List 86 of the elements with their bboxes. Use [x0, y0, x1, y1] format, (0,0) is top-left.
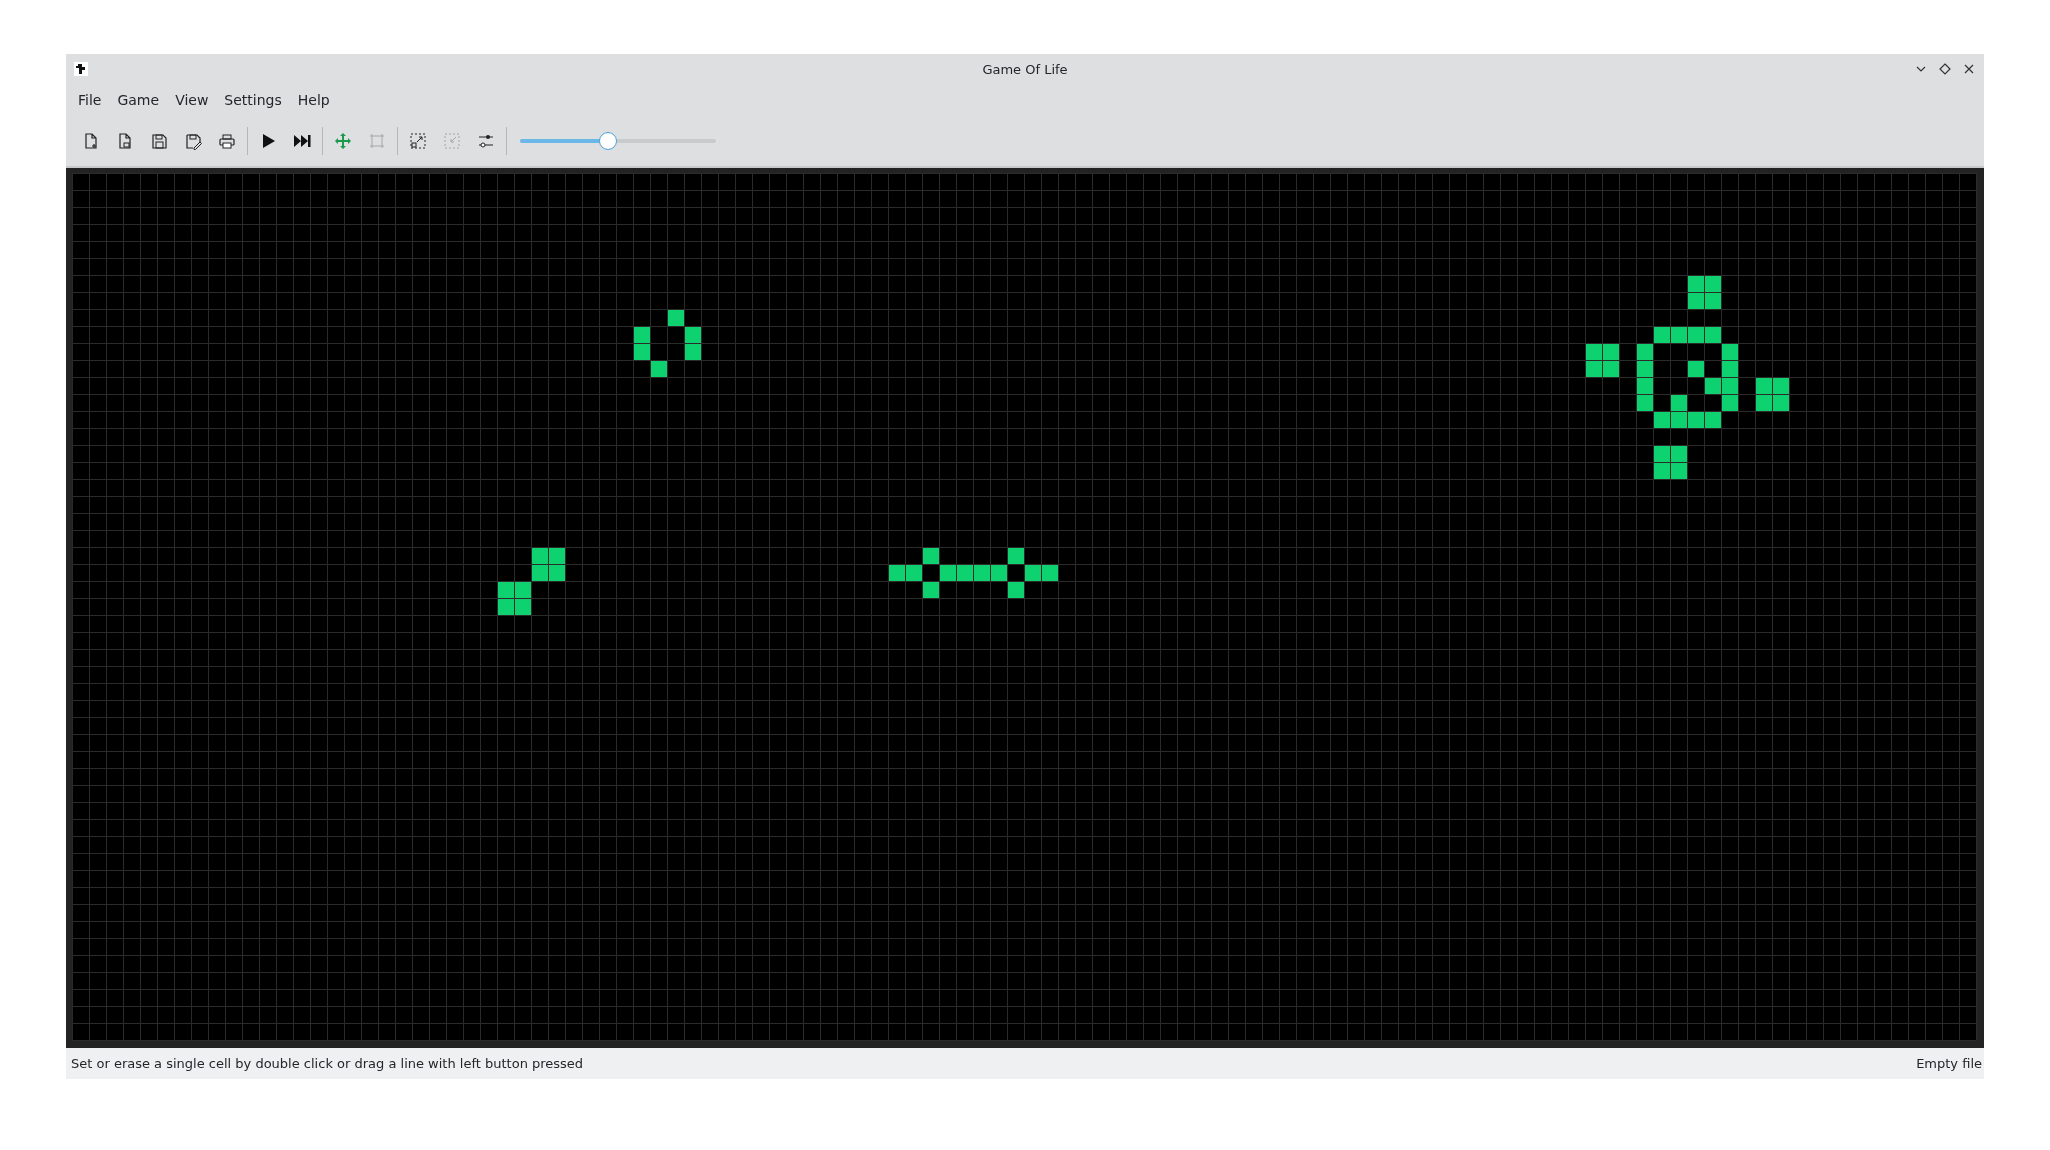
live-cell[interactable] [549, 565, 565, 581]
live-cell[interactable] [532, 548, 548, 564]
live-cell[interactable] [634, 327, 650, 343]
live-cell[interactable] [1722, 378, 1738, 394]
live-cell[interactable] [1671, 446, 1687, 462]
game-board[interactable] [66, 168, 1984, 1048]
live-cell[interactable] [1025, 565, 1041, 581]
live-cell[interactable] [1688, 293, 1704, 309]
adjust-sliders-icon [477, 132, 495, 150]
live-cell[interactable] [1756, 378, 1772, 394]
status-message: Set or erase a single cell by double click or drag a line with left button pressed [71, 1056, 584, 1071]
menu-item[interactable]: Help [289, 88, 338, 112]
live-cell[interactable] [1603, 344, 1619, 360]
live-cell[interactable] [1705, 378, 1721, 394]
live-cell[interactable] [498, 582, 514, 598]
live-cell[interactable] [1722, 344, 1738, 360]
zoom-region-icon [409, 132, 427, 150]
speed-slider[interactable] [520, 131, 716, 151]
live-cell[interactable] [974, 565, 990, 581]
live-cell[interactable] [1688, 412, 1704, 428]
live-cell[interactable] [498, 599, 514, 615]
live-cell[interactable] [1654, 327, 1670, 343]
live-cell[interactable] [906, 565, 922, 581]
slider-thumb[interactable] [599, 132, 618, 150]
skip-forward-icon [293, 132, 311, 150]
live-cell[interactable] [889, 565, 905, 581]
live-cell[interactable] [532, 565, 548, 581]
live-cell[interactable] [923, 548, 939, 564]
live-cell[interactable] [1671, 412, 1687, 428]
live-cell[interactable] [1586, 344, 1602, 360]
live-cell[interactable] [1637, 344, 1653, 360]
move-arrows-icon [334, 132, 352, 150]
frame-icon [368, 132, 386, 150]
maximize-icon[interactable] [1938, 62, 1952, 76]
live-cell[interactable] [1586, 361, 1602, 377]
menu-item[interactable]: Settings [216, 88, 290, 112]
live-cell[interactable] [549, 548, 565, 564]
live-cell[interactable] [1637, 378, 1653, 394]
live-cell[interactable] [1603, 361, 1619, 377]
live-cell[interactable] [1756, 395, 1772, 411]
live-cell[interactable] [1688, 327, 1704, 343]
live-cell[interactable] [1654, 463, 1670, 479]
live-cell[interactable] [668, 310, 684, 326]
live-cell[interactable] [634, 344, 650, 360]
live-cell[interactable] [1722, 361, 1738, 377]
live-cell[interactable] [1671, 395, 1687, 411]
new-document-icon [82, 132, 100, 150]
shrink-region-icon [443, 132, 461, 150]
live-cell[interactable] [1773, 378, 1789, 394]
live-cell[interactable] [1722, 395, 1738, 411]
live-cell[interactable] [515, 599, 531, 615]
live-cell[interactable] [1008, 582, 1024, 598]
live-cell[interactable] [940, 565, 956, 581]
live-cell[interactable] [1705, 293, 1721, 309]
live-cell[interactable] [685, 344, 701, 360]
live-cell[interactable] [685, 327, 701, 343]
live-cell[interactable] [957, 565, 973, 581]
app-icon [74, 62, 88, 76]
save-as-icon [184, 132, 202, 150]
open-document-icon [116, 132, 134, 150]
live-cell[interactable] [1688, 276, 1704, 292]
live-cell[interactable] [1705, 327, 1721, 343]
live-cell[interactable] [923, 582, 939, 598]
live-cell[interactable] [1654, 446, 1670, 462]
live-cell[interactable] [1654, 412, 1670, 428]
close-icon[interactable] [1962, 62, 1976, 76]
file-status: Empty file [1916, 1056, 1982, 1071]
menu-item[interactable]: File [70, 88, 110, 112]
live-cell[interactable] [651, 361, 667, 377]
live-cell[interactable] [1637, 361, 1653, 377]
live-cell[interactable] [1008, 548, 1024, 564]
menu-item[interactable]: Game [109, 88, 168, 112]
live-cell[interactable] [1671, 463, 1687, 479]
live-cell[interactable] [1688, 361, 1704, 377]
printer-icon [218, 132, 236, 150]
live-cell[interactable] [515, 582, 531, 598]
menu-item[interactable]: View [167, 88, 217, 112]
window-title: Game Of Life [982, 61, 1068, 77]
live-cell[interactable] [1637, 395, 1653, 411]
save-icon [150, 132, 168, 150]
live-cell[interactable] [1773, 395, 1789, 411]
live-cell[interactable] [1042, 565, 1058, 581]
live-cell[interactable] [1705, 276, 1721, 292]
live-cell[interactable] [991, 565, 1007, 581]
live-cell[interactable] [1671, 327, 1687, 343]
live-cell[interactable] [1705, 412, 1721, 428]
